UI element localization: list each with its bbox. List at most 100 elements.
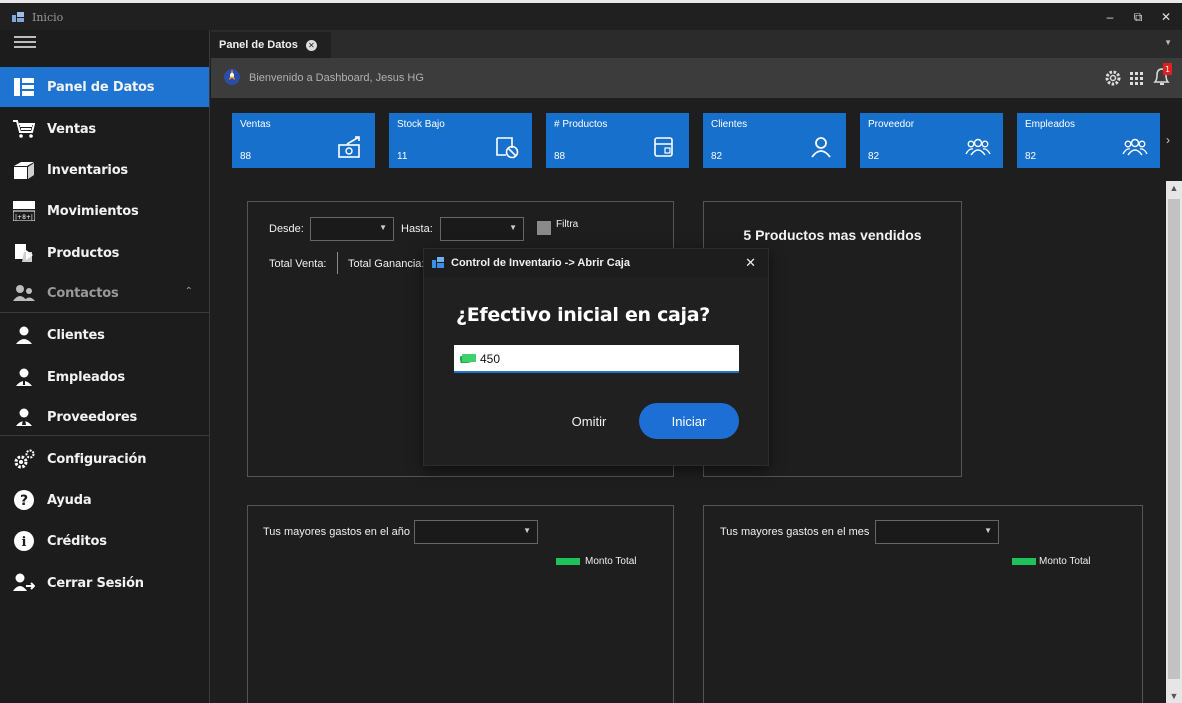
hamburger-menu-icon[interactable]: [14, 36, 36, 50]
info-icon: i: [13, 531, 35, 551]
sidebar-item-label: Configuración: [47, 451, 147, 467]
sidebar-item-label: Clientes: [47, 327, 105, 343]
sidebar-item-label: Proveedores: [47, 409, 137, 425]
sidebar-item-creditos[interactable]: i Créditos: [0, 521, 209, 561]
close-window-button[interactable]: ✕: [1156, 8, 1176, 26]
skip-button[interactable]: Omitir: [554, 403, 624, 439]
sidebar-item-proveedores[interactable]: Proveedores: [0, 397, 209, 437]
kpi-value: 82: [1025, 151, 1037, 162]
hasta-label: Hasta:: [401, 223, 433, 235]
chevron-right-icon[interactable]: ›: [1166, 133, 1170, 147]
out-of-stock-icon: [496, 137, 519, 159]
desde-label: Desde:: [269, 223, 304, 235]
sidebar-item-ayuda[interactable]: ? Ayuda: [0, 480, 209, 520]
tab-close-icon[interactable]: ✕: [305, 39, 317, 51]
start-button[interactable]: Iniciar: [639, 403, 739, 439]
kpi-card-productos[interactable]: # Productos 88: [546, 113, 689, 168]
kpi-card-ventas[interactable]: Ventas 88: [232, 113, 375, 168]
year-select[interactable]: ▼: [414, 520, 538, 544]
legend-swatch: [1012, 558, 1036, 565]
kpi-value: 88: [240, 151, 252, 162]
sidebar-item-empleados[interactable]: Empleados: [0, 357, 209, 397]
kpi-card-proveedor[interactable]: Proveedor 82: [860, 113, 1003, 168]
svg-text:?: ?: [20, 493, 28, 509]
help-icon: ?: [13, 490, 35, 510]
minimize-button[interactable]: –: [1100, 8, 1120, 26]
top-products-title: 5 Productos mas vendidos: [743, 227, 922, 243]
kpi-value: 11: [397, 151, 408, 162]
supplier-icon: [13, 407, 35, 427]
filtra-checkbox[interactable]: [537, 221, 551, 235]
tab-strip: Panel de Datos ✕ ▼: [211, 30, 1182, 58]
month-select[interactable]: ▼: [875, 520, 999, 544]
hasta-date-picker[interactable]: ▼: [440, 217, 524, 241]
chevron-up-icon: ⌃: [184, 286, 193, 297]
legend-swatch: [556, 558, 580, 565]
kpi-title: Clientes: [711, 119, 748, 130]
sidebar-item-label: Productos: [47, 245, 120, 261]
sidebar-item-movimientos[interactable]: |+8+| Movimientos: [0, 191, 209, 231]
apps-grid-icon[interactable]: [1128, 69, 1146, 87]
kpi-card-clientes[interactable]: Clientes 82: [703, 113, 846, 168]
money-growth-icon: [338, 136, 360, 158]
window-title: Inicio: [32, 11, 64, 24]
sidebar-item-label: Créditos: [47, 533, 107, 549]
chevron-down-icon: ▼: [984, 526, 992, 535]
sidebar-item-label: Empleados: [47, 369, 125, 385]
kpi-title: Ventas: [240, 119, 271, 130]
sidebar-item-clientes[interactable]: Clientes: [0, 315, 209, 355]
chevron-down-icon: ▼: [523, 526, 531, 535]
sidebar-item-label: Contactos: [47, 285, 119, 301]
dialog-title: Control de Inventario -> Abrir Caja: [451, 257, 630, 269]
sidebar-item-ventas[interactable]: Ventas: [0, 109, 209, 149]
svg-text:|+8+|: |+8+|: [15, 214, 33, 221]
kpi-title: Empleados: [1025, 119, 1076, 130]
kpi-value: 82: [711, 151, 723, 162]
dialog-title-bar: Control de Inventario -> Abrir Caja ✕: [424, 249, 768, 277]
divider: [337, 252, 338, 274]
package-icon: [654, 137, 673, 157]
welcome-text: Bienvenido a Dashboard, Jesus HG: [249, 72, 424, 84]
kpi-value: 82: [868, 151, 880, 162]
tab-list-dropdown-icon[interactable]: ▼: [1164, 38, 1172, 47]
svg-text:i: i: [22, 535, 27, 550]
scroll-down-icon[interactable]: ▼: [1166, 691, 1182, 701]
scroll-up-icon[interactable]: ▲: [1166, 183, 1182, 193]
app-icon: [432, 257, 444, 268]
gear-icon[interactable]: [1104, 69, 1122, 87]
transfer-icon: |+8+|: [13, 201, 35, 221]
tab-panel-de-datos[interactable]: Panel de Datos ✕: [211, 32, 331, 58]
filtra-label: Filtra: [556, 219, 579, 230]
vertical-scrollbar[interactable]: ▲ ▼: [1166, 181, 1182, 703]
cart-icon: [13, 119, 35, 139]
close-icon[interactable]: ✕: [745, 255, 756, 271]
dashboard-header: Bienvenido a Dashboard, Jesus HG 1: [211, 58, 1182, 98]
avatar: [224, 69, 240, 85]
divider: [0, 435, 209, 436]
employee-icon: [13, 367, 35, 387]
kpi-title: Proveedor: [868, 119, 915, 130]
notification-bell-icon[interactable]: 1: [1152, 63, 1174, 87]
sidebar-item-productos[interactable]: Productos: [0, 233, 209, 273]
sidebar-item-label: Cerrar Sesión: [47, 575, 144, 591]
box-icon: [13, 160, 35, 180]
scrollbar-thumb[interactable]: [1168, 199, 1180, 679]
kpi-card-empleados[interactable]: Empleados 82: [1017, 113, 1160, 168]
maximize-button[interactable]: ⧉: [1128, 8, 1148, 26]
sidebar-item-cerrar-sesion[interactable]: Cerrar Sesión: [0, 563, 209, 603]
sidebar-item-panel-de-datos[interactable]: Panel de Datos: [0, 67, 209, 107]
sidebar-item-inventarios[interactable]: Inventarios: [0, 150, 209, 190]
expenses-year-label: Tus mayores gastos en el año: [263, 526, 410, 538]
desde-date-picker[interactable]: ▼: [310, 217, 394, 241]
user-icon: [13, 325, 35, 345]
sidebar-item-configuracion[interactable]: Configuración: [0, 439, 209, 479]
total-venta-label: Total Venta:: [269, 258, 327, 270]
sidebar-item-label: Panel de Datos: [47, 79, 155, 95]
initial-cash-field[interactable]: [454, 345, 739, 373]
chevron-down-icon: ▼: [379, 223, 387, 232]
initial-cash-input[interactable]: [480, 349, 730, 369]
kpi-card-stock-bajo[interactable]: Stock Bajo 11: [389, 113, 532, 168]
sidebar-group-contactos[interactable]: Contactos ⌃: [0, 273, 209, 313]
sidebar-item-label: Inventarios: [47, 162, 128, 178]
sidebar: Panel de Datos Ventas Inventarios |+8+| …: [0, 30, 210, 703]
